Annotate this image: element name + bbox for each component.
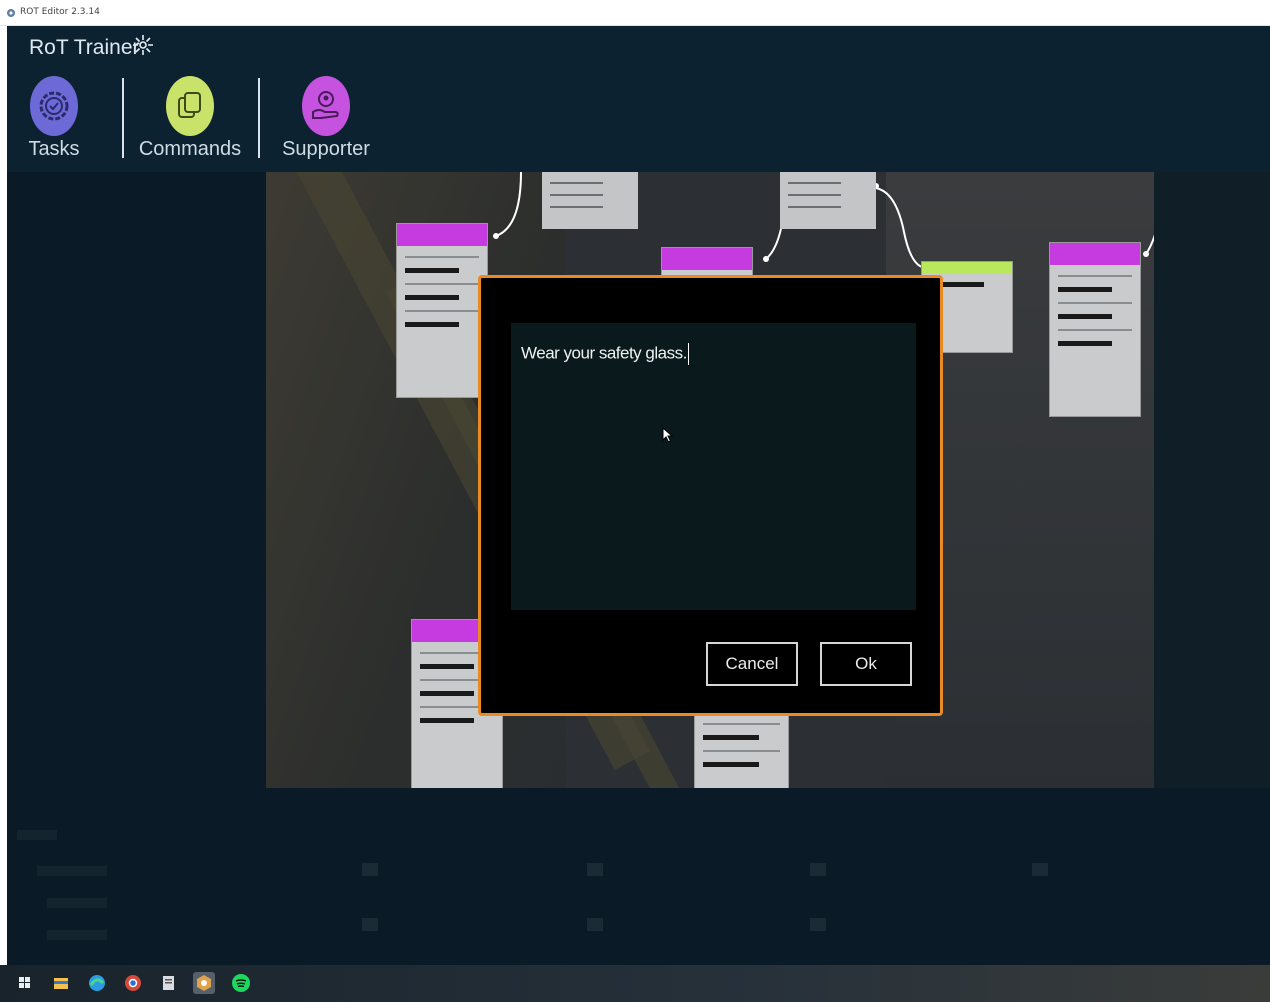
rot-editor-icon[interactable] [193, 972, 215, 994]
text-caret [687, 343, 689, 365]
text-input-dialog: Wear your safety glass. Cancel Ok [478, 275, 943, 716]
edge-browser-icon[interactable] [86, 972, 108, 994]
dialog-text-area[interactable]: Wear your safety glass. [511, 323, 916, 610]
modal-overlay: Wear your safety glass. Cancel Ok [0, 0, 1270, 965]
cancel-button[interactable]: Cancel [706, 642, 798, 686]
chrome-icon[interactable] [122, 972, 144, 994]
ok-button[interactable]: Ok [820, 642, 912, 686]
os-taskbar [0, 965, 1270, 1002]
spotify-icon[interactable] [230, 972, 252, 994]
mouse-cursor-icon [662, 427, 674, 443]
notepad-icon[interactable] [158, 972, 180, 994]
file-explorer-icon[interactable] [50, 972, 72, 994]
windows-start-icon[interactable] [14, 972, 36, 994]
dialog-text-value: Wear your safety glass. [521, 343, 687, 363]
